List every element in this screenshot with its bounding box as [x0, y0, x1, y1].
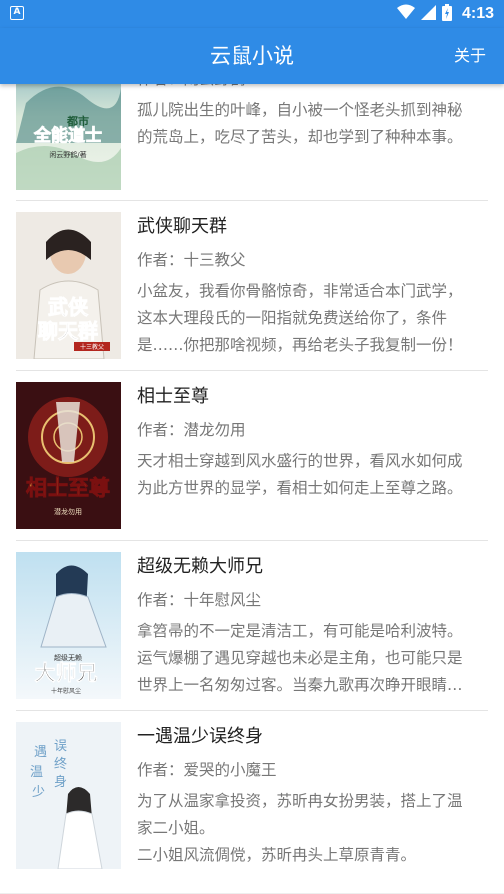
book-author: 作者：十年慰风尘: [137, 591, 262, 609]
app-bar: 云鼠小说 关于: [0, 28, 504, 84]
svg-text:十年慰风尘: 十年慰风尘: [51, 687, 81, 695]
svg-text:潜龙勿用: 潜龙勿用: [54, 507, 82, 516]
svg-text:误: 误: [54, 739, 67, 754]
book-description: 为了从温家拿投资，苏昕冉女扮男装，搭上了温家二小姐。 二小姐风流倜傥，苏昕冉头上…: [137, 792, 463, 864]
book-title: 超级无赖大师兄: [137, 556, 263, 577]
book-description: 天才相士穿越到风水盛行的世界，看风水如何成为此方世界的显学，看相士如何走上至尊之…: [137, 452, 463, 497]
book-list-item[interactable]: 超级无赖 大师兄 十年慰风尘 超级无赖大师兄 作者：十年慰风尘 拿笤帚的不一定是…: [0, 541, 504, 711]
book-cover: 超级无赖 大师兄 十年慰风尘: [16, 552, 121, 699]
book-cover: 相士至尊 潜龙勿用: [16, 382, 121, 529]
svg-text:十三教父: 十三教父: [80, 343, 104, 351]
status-bar: A 4:13: [0, 0, 504, 28]
book-list-item[interactable]: 相士至尊 潜龙勿用 相士至尊 作者：潜龙勿用 天才相士穿越到风水盛行的世界，看风…: [0, 371, 504, 541]
svg-text:闲云野鹤/著: 闲云野鹤/著: [49, 150, 86, 159]
book-info: 一遇温少误终身 作者：爱哭的小魔王 为了从温家拿投资，苏昕冉女扮男装，搭上了温家…: [137, 722, 476, 869]
book-list-item[interactable]: 武侠 聊天群 十三教父 武侠聊天群 作者：十三教父 小盆友，我看你骨骼惊奇，非常…: [0, 201, 504, 371]
book-description: 拿笤帚的不一定是清洁工，有可能是哈利波特。运气爆棚了遇见穿越也未必是主角，也可能…: [137, 622, 463, 694]
notification-app-icon: A: [10, 6, 24, 20]
battery-icon: [441, 3, 452, 25]
book-cover: 遇 温 少 误 终 身: [16, 722, 121, 869]
book-list-item[interactable]: 遇 温 少 误 终 身 一遇温少误终身 作者：爱哭的小魔王 为了从温家拿投资，苏…: [0, 711, 504, 881]
book-author: 作者：爱哭的小魔王: [137, 761, 277, 779]
svg-text:终: 终: [54, 756, 67, 772]
svg-text:身: 身: [54, 774, 67, 790]
about-button[interactable]: 关于: [454, 28, 486, 84]
book-description: 小盆友，我看你骨骼惊奇，非常适合本门武学，这本大理段氏的一阳指就免费送给你了，条…: [137, 282, 463, 354]
clock-time: 4:13: [461, 5, 494, 22]
svg-text:遇: 遇: [34, 745, 47, 760]
svg-text:温: 温: [30, 765, 43, 780]
book-title: 武侠聊天群: [137, 216, 227, 237]
book-cover: 武侠 聊天群 十三教父: [16, 212, 121, 359]
svg-text:相士至尊: 相士至尊: [26, 476, 110, 500]
book-info: 超级无赖大师兄 作者：十年慰风尘 拿笤帚的不一定是清洁工，有可能是哈利波特。运气…: [137, 552, 476, 699]
wifi-icon: [396, 4, 415, 24]
book-info: 相士至尊 作者：潜龙勿用 天才相士穿越到风水盛行的世界，看风水如何成为此方世界的…: [137, 382, 476, 502]
svg-text:都市: 都市: [66, 114, 89, 128]
book-title: 相士至尊: [137, 386, 209, 407]
book-author: 作者：潜龙勿用: [137, 421, 246, 439]
svg-text:大师兄: 大师兄: [35, 661, 98, 685]
book-title: 一遇温少误终身: [137, 726, 263, 747]
app-title: 云鼠小说: [210, 44, 294, 68]
svg-text:聊天群: 聊天群: [38, 319, 98, 343]
svg-text:全能道士: 全能道士: [33, 125, 102, 146]
signal-icon: [420, 4, 436, 24]
book-description: 孤儿院出生的叶峰，自小被一个怪老头抓到神秘的荒岛上，吃尽了苦头，却也学到了种种本…: [137, 101, 463, 146]
book-author: 作者：十三教父: [137, 251, 246, 269]
svg-text:武侠: 武侠: [48, 295, 89, 319]
book-info: 武侠聊天群 作者：十三教父 小盆友，我看你骨骼惊奇，非常适合本门武学，这本大理段…: [137, 212, 476, 359]
svg-text:少: 少: [32, 785, 45, 800]
